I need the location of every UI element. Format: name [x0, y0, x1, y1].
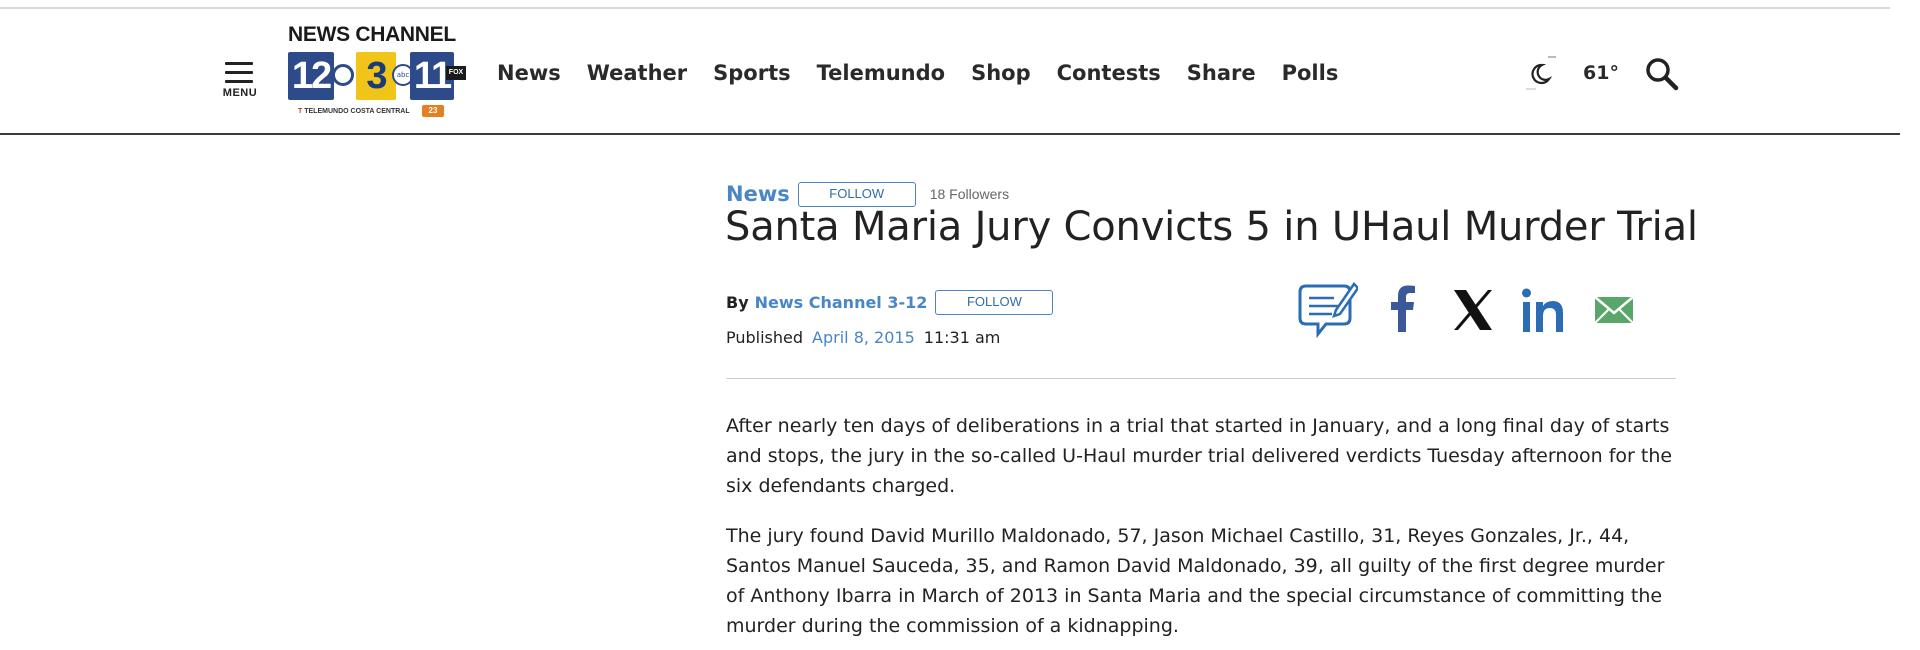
facebook-icon[interactable] — [1384, 280, 1420, 340]
menu-label: MENU — [222, 87, 258, 99]
section-follow-button[interactable]: FOLLOW — [797, 181, 916, 207]
fox-icon: FOX — [446, 66, 466, 80]
search-icon[interactable] — [1644, 56, 1680, 92]
logo-subtext: T TELEMUNDO COSTA CENTRAL — [298, 108, 410, 115]
weather-temperature[interactable]: 61° — [1583, 62, 1619, 84]
x-icon[interactable] — [1450, 280, 1496, 340]
followers-count: 18 Followers — [929, 186, 1010, 202]
logo-channel-12: 12 — [288, 52, 334, 100]
nav-shop[interactable]: Shop — [971, 58, 1031, 88]
moon-cloud-icon[interactable] — [1522, 53, 1562, 93]
email-icon[interactable] — [1592, 280, 1636, 340]
published-label: Published — [726, 327, 804, 347]
published-date: April 8, 2015 — [812, 327, 915, 347]
header-divider — [0, 133, 1900, 135]
article-paragraph: After nearly ten days of deliberations i… — [726, 415, 1673, 497]
article-paragraph: The jury found David Murillo Maldonado, … — [726, 525, 1665, 637]
linkedin-icon[interactable] — [1519, 280, 1567, 340]
nav-telemundo[interactable]: Telemundo — [817, 58, 945, 88]
hamburger-icon-bar — [225, 62, 253, 65]
ad-placeholder — [262, 170, 622, 470]
nav-news[interactable]: News — [497, 58, 561, 88]
logo-brand-text: NEWS CHANNEL — [288, 23, 456, 46]
comment-icon[interactable] — [1296, 280, 1360, 340]
cbs-eye-icon — [332, 64, 354, 86]
hamburger-icon-bar — [225, 71, 253, 74]
menu-button[interactable]: MENU — [216, 60, 264, 102]
article-divider — [726, 378, 1676, 379]
site-logo[interactable]: NEWS CHANNEL 12 3 abc 11 FOX T TELEMUNDO… — [286, 22, 470, 122]
byline: By News Channel 3-12 FOLLOW — [726, 289, 1054, 315]
nav-sports[interactable]: Sports — [713, 58, 790, 88]
logo-channel-3: 3 — [356, 52, 396, 100]
nav-weather[interactable]: Weather — [587, 58, 687, 88]
main-nav: News Weather Sports Telemundo Shop Conte… — [497, 58, 1364, 88]
hamburger-icon-bar — [225, 80, 253, 83]
logo-channel-23-badge: 23 — [422, 105, 444, 117]
article-headline: Santa Maria Jury Convicts 5 in UHaul Mur… — [725, 204, 1698, 250]
section-link[interactable]: News — [726, 182, 790, 206]
nav-contests[interactable]: Contests — [1057, 58, 1161, 88]
nav-share[interactable]: Share — [1187, 58, 1256, 88]
byline-label: By — [726, 292, 749, 312]
published-time: 11:31 am — [923, 327, 1001, 347]
author-link[interactable]: News Channel 3-12 — [755, 293, 928, 312]
author-follow-button[interactable]: FOLLOW — [935, 289, 1054, 315]
nav-polls[interactable]: Polls — [1282, 58, 1339, 88]
published-line: Published April 8, 2015 11:31 am — [726, 325, 1000, 349]
